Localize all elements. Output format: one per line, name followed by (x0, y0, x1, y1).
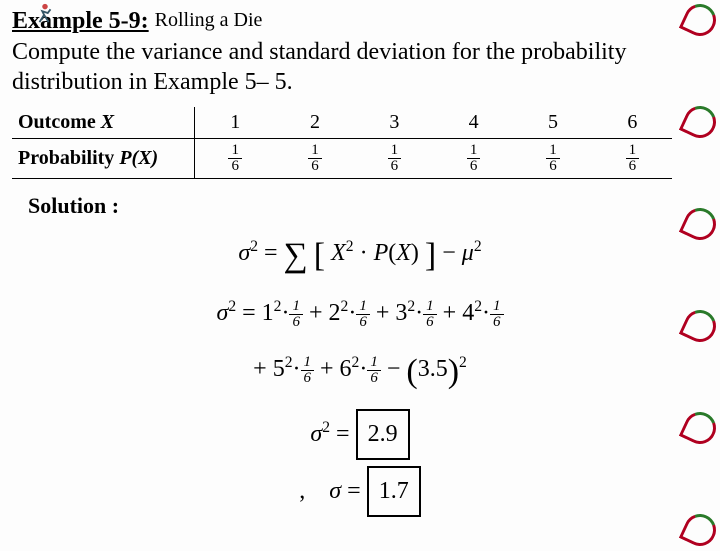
swirl-icon (679, 0, 720, 41)
example-label: Example 5-9: (12, 8, 149, 34)
swirl-icon (679, 203, 720, 246)
slide-header: Example 5-9: Rolling a Die (12, 8, 708, 35)
outcome-cell: 5 (513, 107, 592, 139)
outcome-label: Outcome X (12, 107, 195, 139)
swirl-icon (679, 101, 720, 144)
formula-expansion-1: σ2 = 12·16 + 22·16 + 32·16 + 42·16 (12, 292, 708, 335)
prob-cell: 16 (195, 139, 276, 179)
problem-prompt: Compute the variance and standard deviat… (12, 37, 708, 97)
outcome-cell: 1 (195, 107, 276, 139)
formula-variance-definition: σ2 = ∑ [ X2 · P(X) ] − μ2 (12, 225, 708, 286)
solution-heading: Solution : (28, 193, 708, 219)
formula-expansion-2: + 52·16 + 62·16 − (3.5)2 (12, 341, 708, 402)
outcome-cell: 2 (275, 107, 354, 139)
prob-cell: 16 (275, 139, 354, 179)
prob-cell: 16 (355, 139, 434, 179)
probability-table: Outcome X 1 2 3 4 5 6 Probability P(X) 1… (12, 107, 672, 179)
result-variance: σ2 = 2.9 (12, 409, 708, 460)
swirl-icon (679, 407, 720, 450)
swirl-icon (679, 305, 720, 348)
variance-value: 2.9 (356, 409, 410, 460)
result-standard-deviation: , σ = 1.7 (12, 466, 708, 517)
prob-cell: 16 (593, 139, 672, 179)
probability-label: Probability P(X) (12, 139, 195, 179)
table-row: Probability P(X) 16 16 16 16 16 16 (12, 139, 672, 179)
outcome-cell: 3 (355, 107, 434, 139)
std-dev-value: 1.7 (367, 466, 421, 517)
decorative-swirls (684, 4, 716, 546)
solution-math: σ2 = ∑ [ X2 · P(X) ] − μ2 σ2 = 12·16 + 2… (12, 225, 708, 517)
swirl-icon (679, 509, 720, 551)
prob-cell: 16 (513, 139, 592, 179)
table-row: Outcome X 1 2 3 4 5 6 (12, 107, 672, 139)
example-subtitle: Rolling a Die (155, 9, 263, 31)
prob-cell: 16 (434, 139, 513, 179)
runner-icon (34, 2, 56, 24)
outcome-cell: 4 (434, 107, 513, 139)
outcome-cell: 6 (593, 107, 672, 139)
